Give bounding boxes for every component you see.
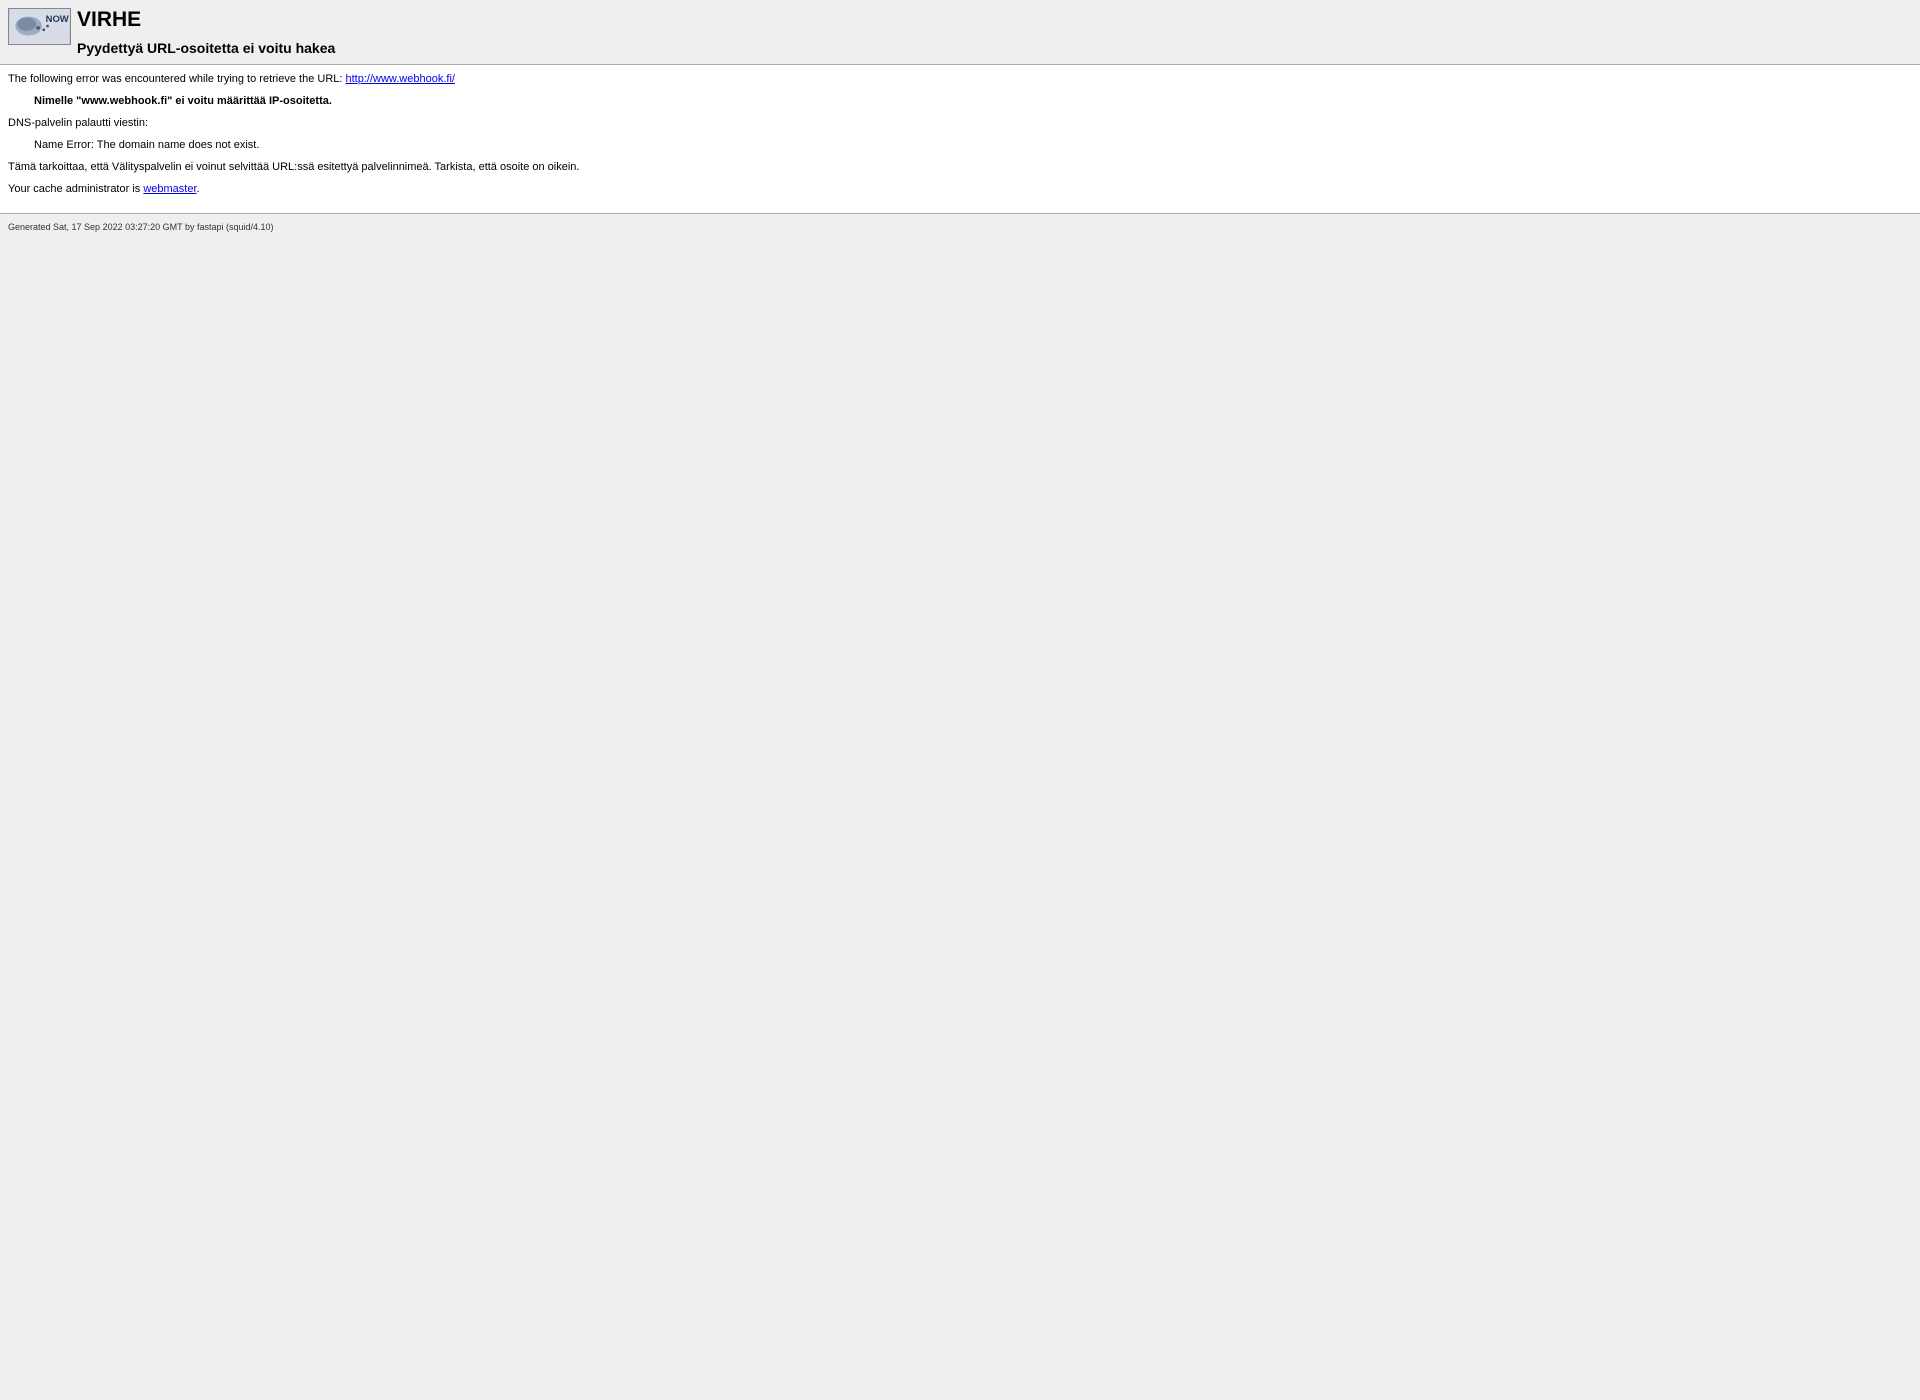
intro-paragraph: The following error was encountered whil… (8, 73, 1912, 85)
generated-timestamp: Generated Sat, 17 Sep 2022 03:27:20 GMT … (8, 222, 274, 232)
squid-now-icon: NOW (8, 8, 71, 45)
admin-suffix: . (197, 183, 200, 195)
admin-intro: Your cache administrator is (8, 183, 143, 195)
error-subtitle: Pyydettyä URL-osoitetta ei voitu hakea (77, 40, 335, 56)
dns-error-message: Name Error: The domain name does not exi… (34, 139, 1912, 151)
footer: Generated Sat, 17 Sep 2022 03:27:20 GMT … (0, 214, 1920, 240)
intro-text: The following error was encountered whil… (8, 73, 346, 85)
error-title: VIRHE (77, 8, 335, 32)
error-content: The following error was encountered whil… (0, 65, 1920, 213)
error-message: Nimelle "www.webhook.fi" ei voitu määrit… (34, 95, 1912, 107)
requested-url-link[interactable]: http://www.webhook.fi/ (346, 73, 455, 85)
header-text: VIRHE Pyydettyä URL-osoitetta ei voitu h… (77, 8, 335, 56)
explanation-text: Tämä tarkoittaa, että Välityspalvelin ei… (8, 161, 1912, 173)
webmaster-link[interactable]: webmaster (143, 183, 196, 195)
admin-paragraph: Your cache administrator is webmaster. (8, 183, 1912, 195)
svg-text:NOW: NOW (46, 14, 69, 25)
dns-label: DNS-palvelin palautti viestin: (8, 117, 1912, 129)
header-section: NOW VIRHE Pyydettyä URL-osoitetta ei voi… (0, 0, 1920, 64)
